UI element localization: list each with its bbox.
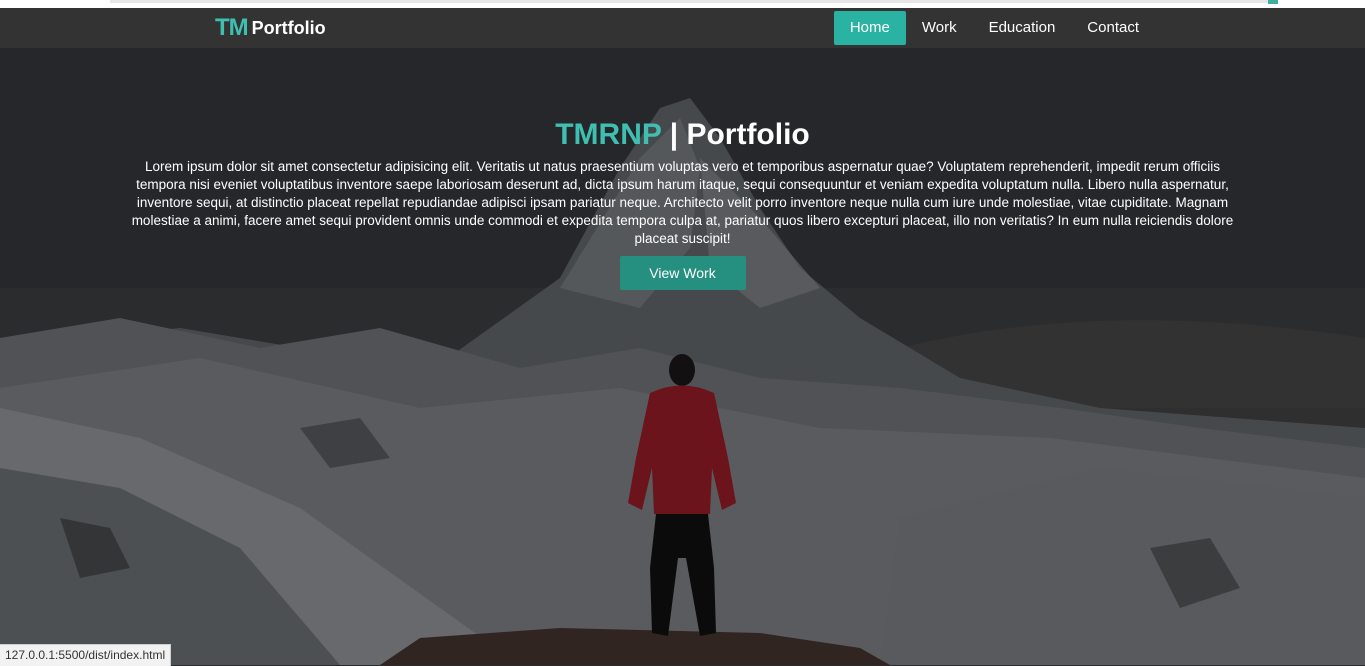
hero-section: TMRNP | Portfolio Lorem ipsum dolor sit … (0, 48, 1365, 665)
browser-indicator (1268, 0, 1278, 4)
hero-title-separator: | (661, 118, 687, 151)
hero-title-main: Portfolio (686, 118, 810, 151)
brand-mark: TM (215, 14, 249, 41)
hero-content: TMRNP | Portfolio Lorem ipsum dolor sit … (130, 118, 1235, 290)
nav-item-work[interactable]: Work (906, 11, 973, 45)
browser-top-strip (0, 0, 1365, 8)
nav-item-contact[interactable]: Contact (1071, 11, 1155, 45)
nav-item-home[interactable]: Home (833, 11, 906, 45)
nav-item-education[interactable]: Education (973, 11, 1072, 45)
navbar: TM Portfolio Home Work Education Contact (0, 8, 1365, 48)
hero-title-accent: TMRNP (555, 118, 662, 151)
view-work-button[interactable]: View Work (619, 256, 746, 290)
nav-menu: Home Work Education Contact (833, 8, 1155, 48)
hero-title: TMRNP | Portfolio (130, 118, 1235, 152)
browser-status-url: 127.0.0.1:5500/dist/index.html (0, 644, 172, 666)
brand-name: Portfolio (251, 17, 326, 38)
brand-logo[interactable]: TM Portfolio (215, 14, 326, 41)
hero-description: Lorem ipsum dolor sit amet consectetur a… (131, 159, 1234, 246)
browser-address-edge (110, 0, 1270, 3)
